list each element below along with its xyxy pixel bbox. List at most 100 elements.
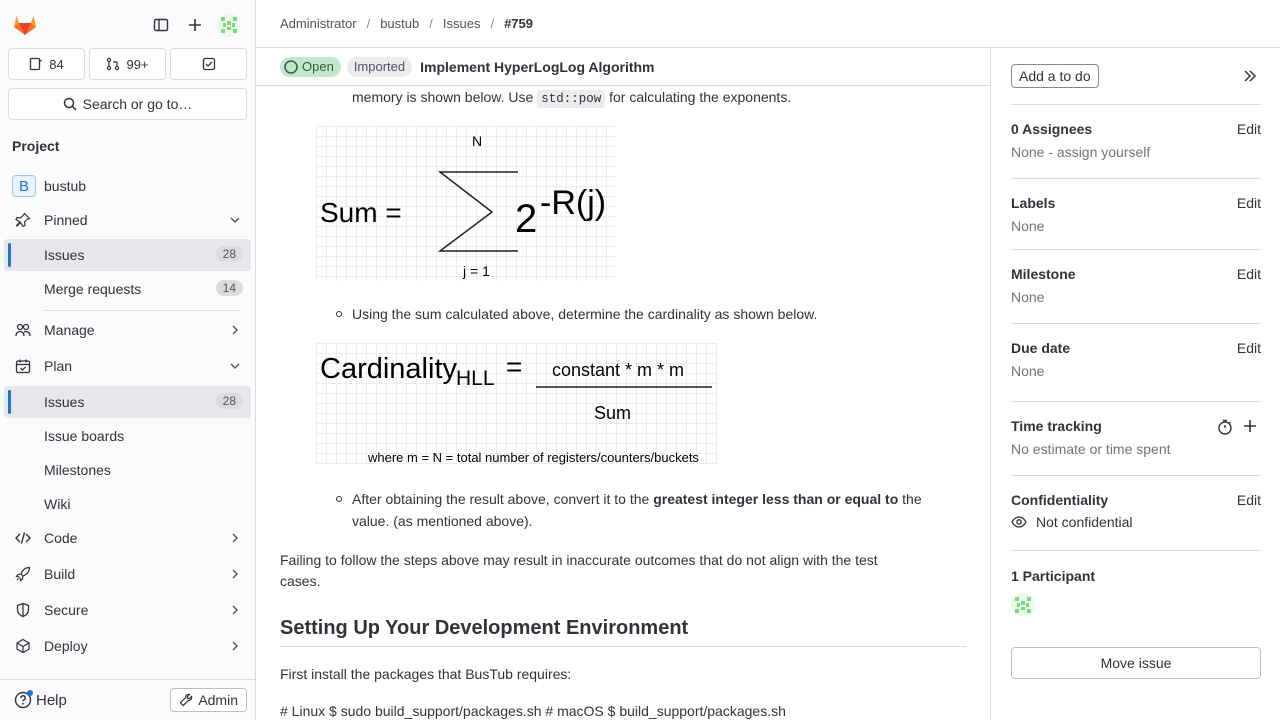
section-title: Due date xyxy=(1011,340,1071,356)
section-title: Milestone xyxy=(1011,266,1076,282)
calendar-icon xyxy=(15,359,31,374)
participants-section: 1 Participant xyxy=(1011,550,1261,634)
sidebar-item-code[interactable]: Code xyxy=(4,522,251,554)
sidebar-item-project[interactable]: B bustub xyxy=(4,170,251,202)
imported-badge: Imported xyxy=(346,56,413,77)
formula-base: 2 xyxy=(515,197,537,241)
formula-sum-lhs: Sum = xyxy=(320,197,402,228)
edit-due-date-button[interactable]: Edit xyxy=(1237,340,1261,356)
chevron-down-icon xyxy=(230,363,240,369)
chevron-right-icon xyxy=(232,533,238,543)
list-item-continuation: value. (as mentioned above). xyxy=(352,513,533,529)
sidebar-item-label: Code xyxy=(44,530,78,546)
user-avatar[interactable] xyxy=(215,11,243,39)
edit-confidentiality-button[interactable]: Edit xyxy=(1237,492,1261,508)
chevron-right-icon xyxy=(232,569,238,579)
todo-icon xyxy=(202,57,215,71)
issues-counter-button[interactable]: 84 xyxy=(8,48,85,80)
participant-avatar[interactable] xyxy=(1011,593,1035,617)
sidebar-item-deploy[interactable]: Deploy xyxy=(4,630,251,662)
breadcrumb-current[interactable]: #759 xyxy=(504,16,533,31)
sidebar-item-pinned-issues[interactable]: Issues 28 xyxy=(4,239,251,271)
toggle-sidebar-icon[interactable] xyxy=(147,11,175,39)
sidebar-item-issue-boards[interactable]: Issue boards xyxy=(4,420,251,452)
text: for calculating the exponents. xyxy=(605,89,792,105)
sidebar-item-secure[interactable]: Secure xyxy=(4,594,251,626)
formula-numerator: constant * m * m xyxy=(552,360,684,380)
search-label: Search or go to… xyxy=(82,96,193,112)
deploy-icon xyxy=(16,638,30,654)
search-button[interactable]: Search or go to… xyxy=(8,88,247,120)
text: After obtaining the result above, conver… xyxy=(352,491,654,507)
breadcrumb-item[interactable]: Issues xyxy=(443,16,481,31)
add-time-icon[interactable] xyxy=(1243,419,1257,433)
paragraph: cases. xyxy=(280,573,321,589)
help-label: Help xyxy=(36,691,67,709)
section-title: 0 Assignees xyxy=(1011,121,1093,137)
list-bullet xyxy=(336,496,342,502)
gitlab-logo-icon[interactable] xyxy=(12,12,38,36)
sidebar-item-label: Milestones xyxy=(44,462,111,478)
collapse-sidebar-icon[interactable] xyxy=(1242,68,1258,84)
list-bullet xyxy=(336,311,342,317)
paragraph: Failing to follow the steps above may re… xyxy=(280,552,878,568)
breadcrumb-item[interactable]: bustub xyxy=(380,16,419,31)
sidebar-item-label: Merge requests xyxy=(44,281,142,297)
issue-description: memory is shown below. Use std::pow for … xyxy=(256,86,990,720)
merge-request-icon xyxy=(107,57,120,71)
sidebar-item-manage[interactable]: Manage xyxy=(4,314,251,346)
sidebar-header xyxy=(0,0,255,48)
assign-yourself-link[interactable]: None - assign yourself xyxy=(1011,144,1150,160)
add-todo-button[interactable]: Add a to do xyxy=(1011,64,1099,88)
time-tracking-value: No estimate or time spent xyxy=(1011,441,1171,457)
admin-button[interactable]: Admin xyxy=(170,688,247,712)
divider xyxy=(44,310,240,311)
section-heading: Setting Up Your Development Environment xyxy=(280,617,966,647)
sidebar-item-label: Wiki xyxy=(44,496,71,512)
move-issue-button[interactable]: Move issue xyxy=(1011,647,1261,679)
labels-section: Labels Edit None xyxy=(1011,178,1261,249)
formula-denominator: Sum xyxy=(594,403,631,423)
section-label-project: Project xyxy=(12,138,60,154)
formula-top-limit: N xyxy=(472,133,482,149)
stopwatch-icon[interactable] xyxy=(1217,419,1233,435)
sidebar-item-build[interactable]: Build xyxy=(4,558,251,590)
todos-counter-button[interactable] xyxy=(170,48,247,80)
sidebar-item-plan[interactable]: Plan xyxy=(4,350,251,382)
sidebar-item-pinned-merge-requests[interactable]: Merge requests 14 xyxy=(4,273,251,305)
sidebar-counters: 84 99+ xyxy=(8,48,247,80)
count-badge: 28 xyxy=(215,393,243,409)
list-item: Using the sum calculated above, determin… xyxy=(352,306,818,322)
edit-labels-button[interactable]: Edit xyxy=(1237,195,1261,211)
rocket-icon xyxy=(15,566,31,582)
chevron-down-icon xyxy=(230,217,240,223)
sidebar-item-wiki[interactable]: Wiki xyxy=(4,488,251,520)
sidebar-item-plan-issues[interactable]: Issues 28 xyxy=(4,386,251,418)
formula-note: where m = N = total number of registers/… xyxy=(367,450,699,465)
sidebar-item-pinned[interactable]: Pinned xyxy=(4,204,251,236)
edit-milestone-button[interactable]: Edit xyxy=(1237,266,1261,282)
count-badge: 28 xyxy=(215,246,243,262)
chevron-right-icon xyxy=(232,605,238,615)
milestone-section: Milestone Edit None xyxy=(1011,249,1261,323)
help-button[interactable]: Help xyxy=(14,690,67,709)
list-item: After obtaining the result above, conver… xyxy=(352,489,966,510)
admin-label: Admin xyxy=(198,692,238,708)
bold-text: greatest integer less than or equal to xyxy=(653,491,899,507)
section-title: Labels xyxy=(1011,195,1056,211)
merge-requests-counter-button[interactable]: 99+ xyxy=(89,48,166,80)
sidebar-item-label: bustub xyxy=(44,178,87,194)
pin-icon xyxy=(15,212,31,228)
section-title: 1 Participant xyxy=(1011,568,1096,584)
chevron-right-icon xyxy=(232,325,238,335)
shield-icon xyxy=(16,602,30,618)
sum-formula-image: Sum = N 2 -R(j) j = 1 xyxy=(316,126,616,282)
breadcrumb-item[interactable]: Administrator xyxy=(280,16,357,31)
sidebar-item-milestones[interactable]: Milestones xyxy=(4,454,251,486)
text: memory is shown below. Use xyxy=(352,89,538,105)
paragraph: First install the packages that BusTub r… xyxy=(280,666,572,682)
chevron-right-icon xyxy=(232,641,238,651)
issue-open-icon xyxy=(284,59,298,74)
edit-assignees-button[interactable]: Edit xyxy=(1237,121,1261,137)
create-new-icon[interactable] xyxy=(181,11,209,39)
